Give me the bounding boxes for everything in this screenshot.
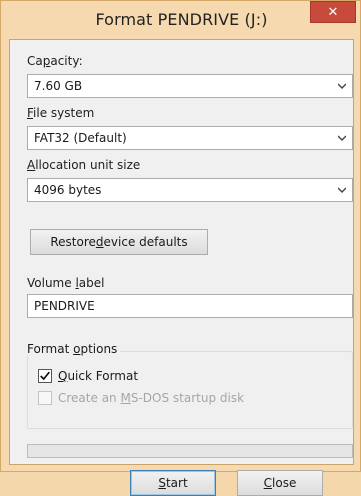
volume-label-label: Volume label — [27, 276, 105, 290]
chevron-down-icon — [338, 83, 346, 89]
quick-format-label[interactable]: Quick Format — [58, 369, 138, 383]
volume-label-input[interactable]: PENDRIVE — [27, 294, 353, 318]
dialog-body: Capacity: 7.60 GB File system FAT32 (Def… — [9, 39, 354, 496]
window-title: Format PENDRIVE (J:) — [95, 10, 268, 29]
allocation-unit-label: Allocation unit size — [27, 158, 141, 172]
window-close-button[interactable]: ✕ — [310, 1, 356, 23]
msdos-startup-label[interactable]: Create an MS-DOS startup disk — [58, 391, 244, 405]
file-system-value: FAT32 (Default) — [34, 131, 127, 145]
capacity-label: Capacity: — [27, 54, 83, 68]
quick-format-checkbox[interactable] — [38, 369, 52, 383]
chevron-down-icon — [338, 187, 346, 193]
allocation-unit-dropdown[interactable]: 4096 bytes — [27, 178, 353, 202]
start-button[interactable]: Start — [130, 470, 216, 496]
allocation-unit-value: 4096 bytes — [34, 183, 102, 197]
close-icon: ✕ — [327, 4, 339, 20]
checkmark-icon — [40, 371, 50, 381]
restore-defaults-button[interactable]: Restore d evice defaults — [30, 229, 208, 255]
format-progress-bar — [27, 444, 353, 458]
file-system-label: File system — [27, 106, 95, 120]
format-dialog: Format PENDRIVE (J:) ✕ Capacity: 7.60 GB… — [0, 0, 361, 496]
msdos-startup-checkbox[interactable] — [38, 391, 52, 405]
title-bar[interactable]: Format PENDRIVE (J:) ✕ — [1, 1, 361, 37]
format-options-title: Format options — [24, 342, 121, 356]
close-button[interactable]: Close — [237, 470, 323, 496]
capacity-dropdown[interactable]: 7.60 GB — [27, 74, 353, 98]
capacity-value: 7.60 GB — [34, 79, 83, 93]
chevron-down-icon — [338, 135, 346, 141]
file-system-dropdown[interactable]: FAT32 (Default) — [27, 126, 353, 150]
format-options-group — [27, 351, 353, 429]
